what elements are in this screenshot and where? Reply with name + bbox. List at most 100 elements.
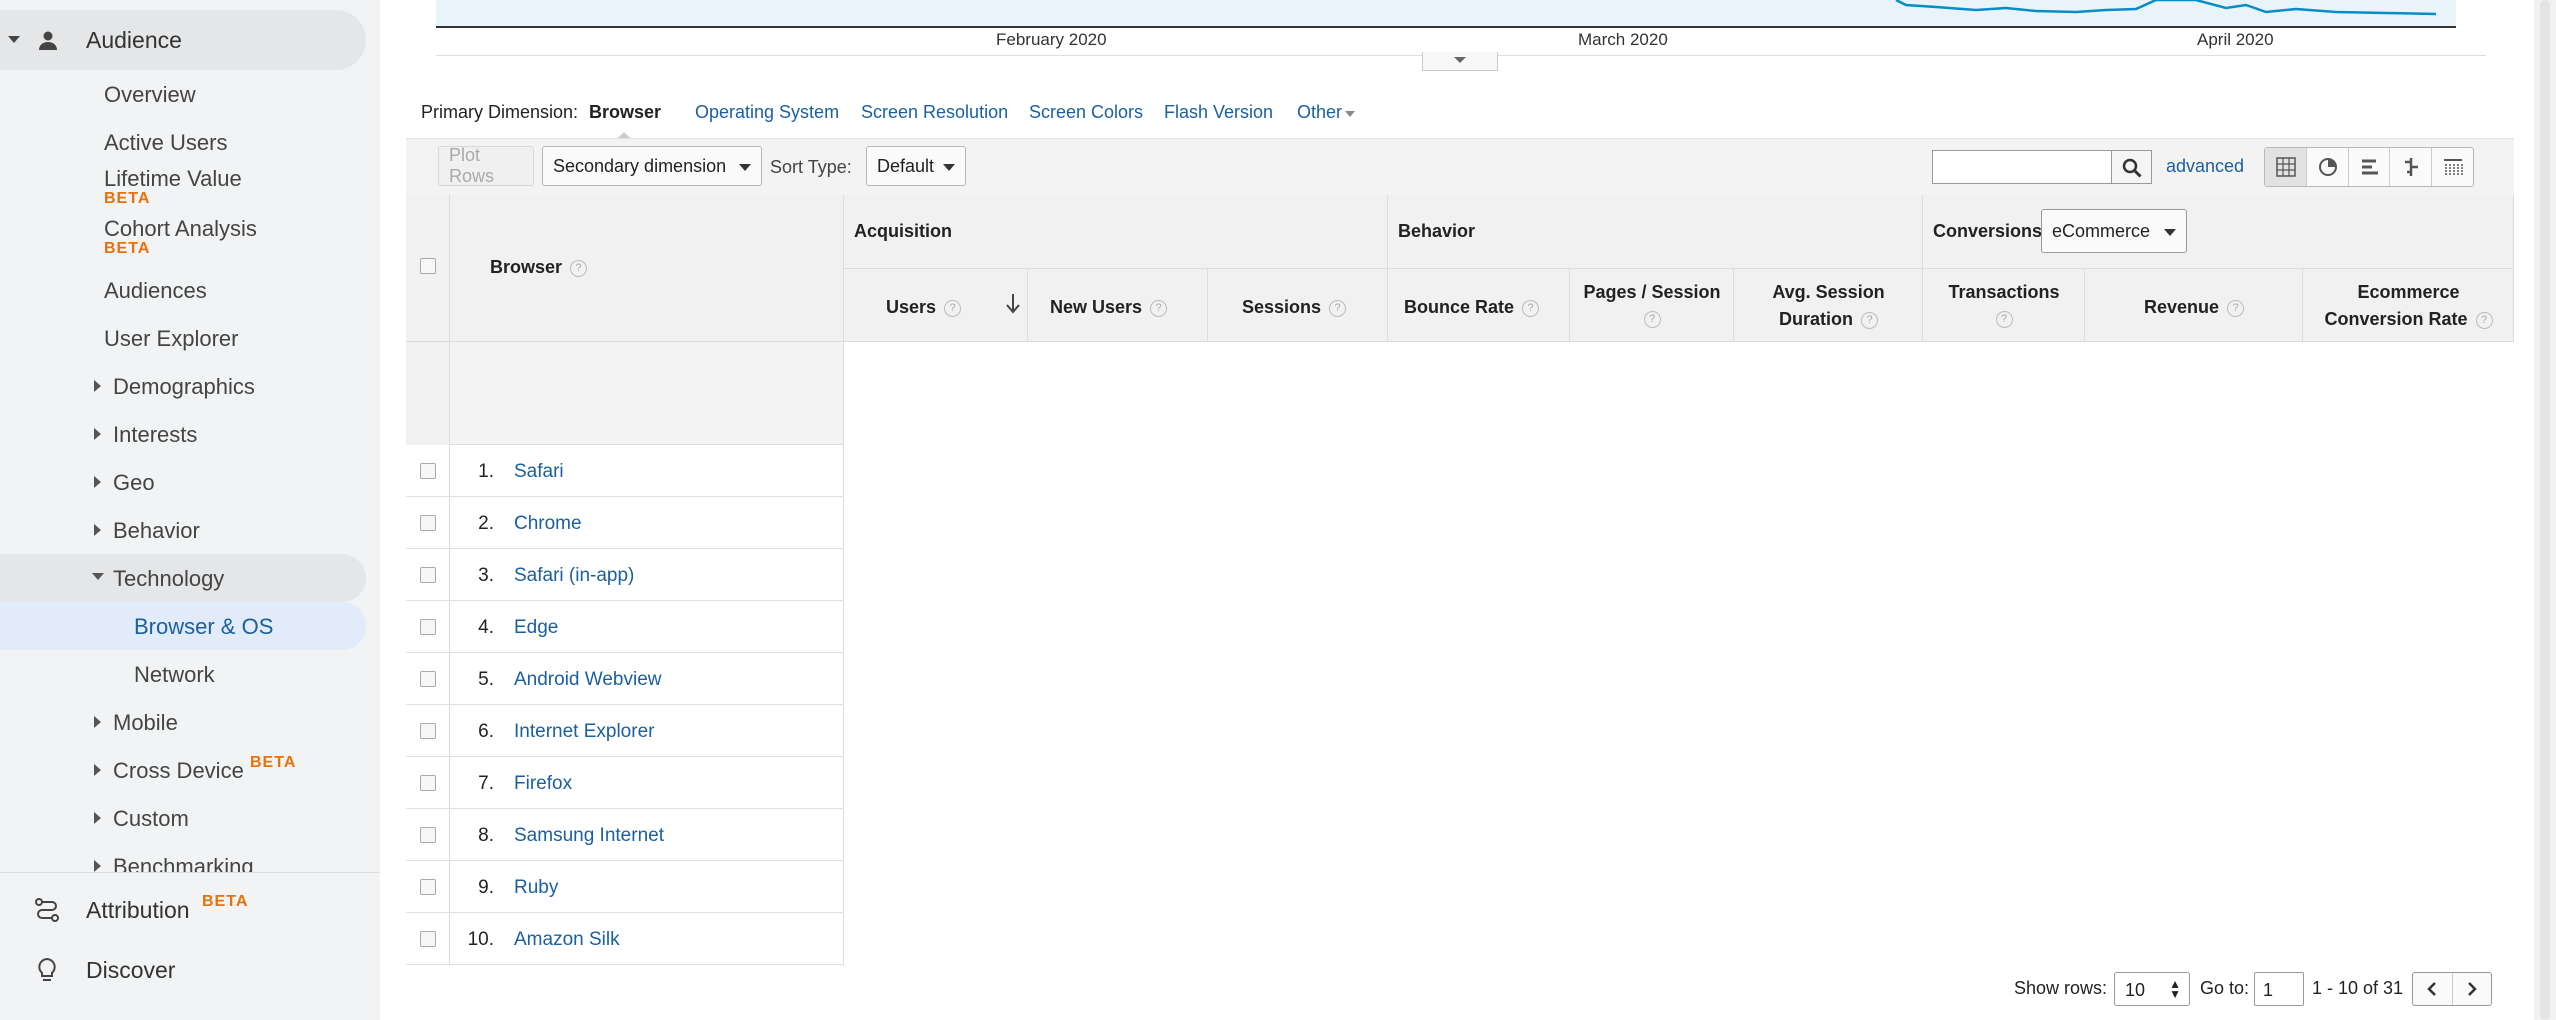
help-icon[interactable]: ? [944,299,962,317]
column-header-pages-session[interactable]: Pages / Session? [1570,269,1734,342]
help-icon[interactable]: ? [1861,311,1878,329]
sidebar-item-attribution[interactable]: Attribution [86,897,190,924]
browser-link[interactable]: Edge [514,617,558,639]
browser-link[interactable]: Safari (in-app) [514,565,634,587]
sidebar-item-technology[interactable]: Technology [113,566,224,592]
avg-session-label: Avg. Session [1772,282,1885,302]
sort-descending-icon[interactable] [1005,293,1021,315]
sidebar-item-active-users[interactable]: Active Users [104,130,227,156]
primary-dimension-other[interactable]: Other [1297,102,1342,123]
browser-link[interactable]: Firefox [514,773,572,795]
column-divider [843,913,844,965]
revenue-label: Revenue [2143,297,2220,317]
help-icon[interactable]: ? [1150,299,1168,317]
browser-link[interactable]: Ruby [514,877,558,899]
sidebar-item-custom[interactable]: Custom [113,806,189,832]
help-icon[interactable]: ? [1995,310,2013,328]
caret-down-icon [8,36,20,43]
secondary-dimension-select[interactable]: Secondary dimension [542,146,762,186]
sidebar-item-browser-os[interactable]: Browser & OS [134,614,273,640]
row-checkbox[interactable] [420,775,436,791]
row-checkbox[interactable] [420,619,436,635]
primary-dimension-operating-system[interactable]: Operating System [695,102,839,123]
pie-view-button[interactable] [2307,148,2349,186]
comparison-view-button[interactable] [2390,148,2433,186]
sidebar-item-overview[interactable]: Overview [104,82,196,108]
advanced-filter-link[interactable]: advanced [2166,156,2244,177]
column-header-ecommerce-conversion-rate[interactable]: Ecommerce Conversion Rate? [2303,269,2514,342]
primary-dimension-screen-colors[interactable]: Screen Colors [1029,102,1143,123]
primary-dimension-screen-resolution[interactable]: Screen Resolution [861,102,1008,123]
column-header-sessions[interactable]: Sessions? [1208,269,1388,342]
browser-header[interactable]: Browser? [450,195,844,342]
help-icon[interactable]: ? [1329,299,1347,317]
pivot-view-button[interactable] [2432,148,2473,186]
row-checkbox[interactable] [420,827,436,843]
help-icon[interactable]: ? [1643,310,1661,328]
help-icon[interactable]: ? [2475,311,2493,329]
sort-type-select[interactable]: Default [866,146,966,186]
search-button[interactable] [2112,150,2152,184]
sidebar-item-audiences[interactable]: Audiences [104,278,207,304]
sessions-label: Sessions [1242,297,1322,317]
sidebar-item-cohort-analysis[interactable]: Cohort Analysis [104,216,257,242]
table-view-button[interactable] [2265,148,2307,186]
sidebar-item-behavior[interactable]: Behavior [113,518,200,544]
select-all-checkbox[interactable] [420,258,436,274]
browser-link[interactable]: Safari [514,461,564,483]
goto-page-input[interactable]: 1 [2254,972,2304,1006]
sidebar-item-network[interactable]: Network [134,662,215,688]
row-checkbox[interactable] [420,515,436,531]
page-scrollbar[interactable] [2534,0,2556,1020]
column-header-bounce-rate[interactable]: Bounce Rate? [1388,269,1570,342]
row-checkbox[interactable] [420,723,436,739]
help-icon[interactable]: ? [1522,299,1540,317]
row-checkbox[interactable] [420,671,436,687]
chart-x-label: February 2020 [996,30,1107,49]
browser-link[interactable]: Internet Explorer [514,721,654,743]
help-icon[interactable]: ? [570,259,588,277]
column-header-transactions[interactable]: Transactions? [1923,269,2085,342]
plot-rows-button[interactable]: Plot Rows [438,145,534,186]
chart-collapse-toggle[interactable] [1422,52,1498,71]
table-search-input[interactable] [1932,150,2112,184]
show-rows-value: 10 [2125,980,2146,1000]
sidebar-item-demographics[interactable]: Demographics [113,374,255,400]
sidebar-item-interests[interactable]: Interests [113,422,197,448]
sidebar-item-lifetime-value[interactable]: Lifetime Value [104,166,242,192]
sidebar-item-cross-device[interactable]: Cross Device [113,758,244,784]
column-header-avg-session-duration[interactable]: Avg. Session Duration? [1734,269,1923,342]
primary-dimension-flash-version[interactable]: Flash Version [1164,102,1273,123]
pivot-icon [2444,159,2463,175]
sidebar-item-mobile[interactable]: Mobile [113,710,178,736]
secondary-dimension-label: Secondary dimension [553,155,727,176]
browser-link[interactable]: Samsung Internet [514,825,664,847]
row-checkbox[interactable] [420,879,436,895]
scrollbar-thumb[interactable] [2540,0,2550,1020]
dropdown-arrow-icon [739,164,751,171]
performance-view-button[interactable] [2349,148,2391,186]
conversions-goal-select[interactable]: eCommerce [2041,209,2187,253]
browser-link[interactable]: Chrome [514,513,582,535]
show-rows-select[interactable]: 10 ▲ ▼ [2114,972,2190,1006]
sidebar-item-user-explorer[interactable]: User Explorer [104,326,238,352]
row-checkbox-cell [406,445,450,497]
browser-link[interactable]: Android Webview [514,669,662,691]
primary-dimension-browser[interactable]: Browser [589,102,661,123]
column-header-users[interactable]: Users? [844,269,1028,342]
sidebar-item-audience[interactable]: Audience [0,10,366,70]
browser-link[interactable]: Amazon Silk [514,929,620,951]
sidebar-item-geo[interactable]: Geo [113,470,155,496]
row-checkbox[interactable] [420,463,436,479]
column-header-new-users[interactable]: New Users? [1028,269,1208,342]
show-rows-label: Show rows: [2014,978,2108,998]
row-checkbox[interactable] [420,931,436,947]
next-page-button[interactable] [2452,973,2491,1005]
row-checkbox[interactable] [420,567,436,583]
previous-page-button[interactable] [2413,973,2453,1005]
column-header-revenue[interactable]: Revenue? [2085,269,2303,342]
help-icon[interactable]: ? [2227,299,2245,317]
sidebar-item-discover[interactable]: Discover [86,957,175,984]
select-all-cell [406,195,450,342]
row-checkbox-cell [406,757,450,809]
